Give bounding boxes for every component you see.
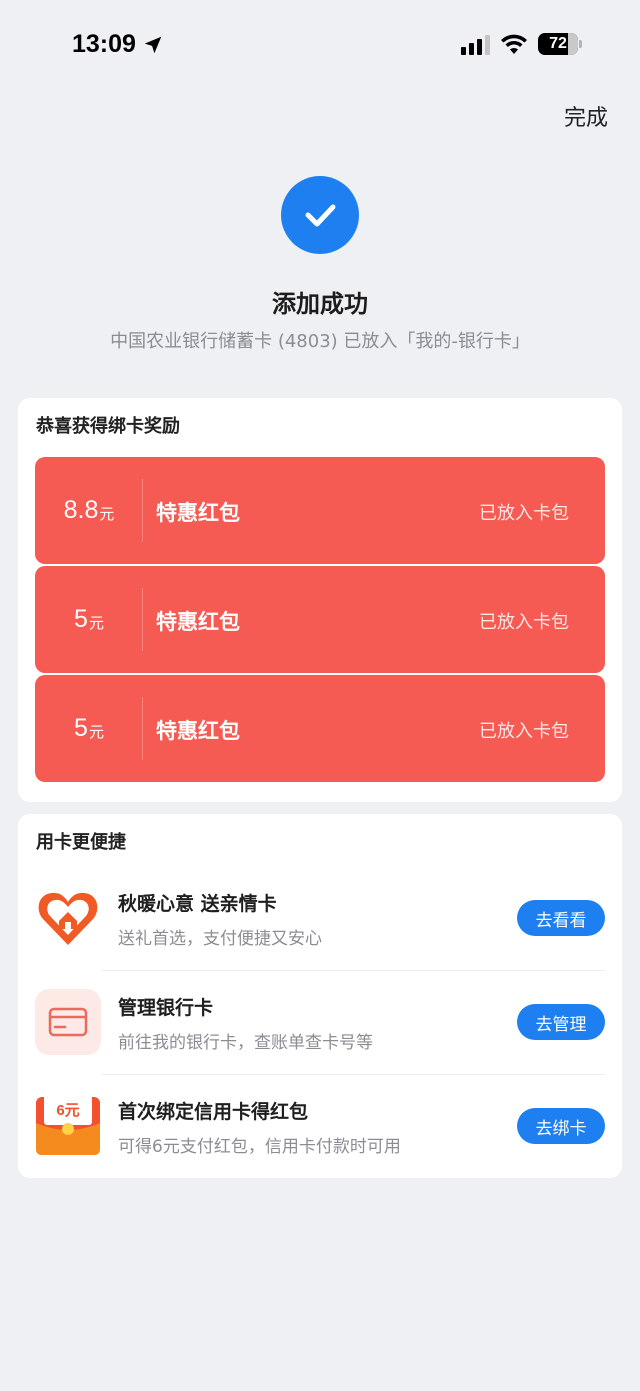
feature-manage-cards[interactable]: 管理银行卡 前往我的银行卡，查账单查卡号等 去管理 (18, 971, 622, 1075)
reward-amount-unit: 元 (88, 615, 104, 632)
success-title: 添加成功 (272, 290, 368, 318)
reward-item[interactable]: 5元 特惠红包 已放入卡包 (35, 675, 605, 782)
bind-card-button[interactable]: 去绑卡 (517, 1108, 605, 1144)
battery-icon: 72 (538, 33, 582, 55)
reward-divider (142, 697, 143, 760)
features-card: 用卡更便捷 秋暖心意 送亲情卡 送礼首选，支付便捷又安心 去看看 管理银行卡 前… (18, 814, 622, 1178)
status-bar: 13:09 72 (0, 0, 640, 94)
feature-title: 管理银行卡 (118, 997, 214, 1019)
status-time: 13:09 (72, 30, 164, 59)
reward-amount-unit: 元 (99, 506, 115, 523)
success-check-icon (281, 176, 359, 254)
reward-amount-value: 8.8 (63, 496, 99, 524)
feature-family-card[interactable]: 秋暖心意 送亲情卡 送礼首选，支付便捷又安心 去看看 (18, 867, 622, 971)
feature-bind-credit-card[interactable]: 6元 首次绑定信用卡得红包 可得6元支付红包，信用卡付款时可用 去绑卡 (18, 1075, 622, 1179)
reward-name: 特惠红包 (156, 610, 240, 634)
reward-amount-unit: 元 (88, 724, 104, 741)
time-text: 13:09 (72, 30, 136, 58)
feature-desc: 前往我的银行卡，查账单查卡号等 (118, 1033, 373, 1053)
reward-status: 已放入卡包 (479, 721, 569, 742)
feature-title: 秋暖心意 送亲情卡 (118, 893, 277, 915)
location-arrow-icon (144, 36, 162, 53)
manage-button[interactable]: 去管理 (517, 1004, 605, 1040)
battery-level: 72 (549, 35, 567, 52)
reward-card: 恭喜获得绑卡奖励 8.8 元 特惠红包 已放入卡包 5元 特惠红包 已放入卡包 5… (18, 398, 622, 802)
reward-divider (142, 588, 143, 651)
reward-amount-value: 5 (74, 714, 88, 742)
features-card-title: 用卡更便捷 (36, 832, 126, 853)
reward-amount-value: 5 (74, 605, 88, 633)
reward-amount: 5元 (35, 675, 143, 782)
reward-item[interactable]: 5元 特惠红包 已放入卡包 (35, 566, 605, 673)
reward-status: 已放入卡包 (479, 612, 569, 633)
bank-card-icon (35, 989, 101, 1055)
wifi-icon (500, 33, 528, 55)
reward-name: 特惠红包 (156, 719, 240, 743)
done-button[interactable]: 完成 (564, 100, 608, 132)
feature-desc: 送礼首选，支付便捷又安心 (118, 929, 322, 949)
reward-card-title: 恭喜获得绑卡奖励 (36, 416, 180, 437)
view-button[interactable]: 去看看 (517, 900, 605, 936)
feature-desc: 可得6元支付红包，信用卡付款时可用 (118, 1137, 401, 1157)
reward-amount: 8.8 元 (35, 457, 143, 564)
feature-title: 首次绑定信用卡得红包 (118, 1101, 309, 1123)
reward-status: 已放入卡包 (479, 503, 569, 524)
envelope-label: 6元 (56, 1102, 79, 1119)
reward-amount: 5元 (35, 566, 143, 673)
success-subtitle: 中国农业银行储蓄卡 (4803) 已放入「我的-银行卡」 (110, 331, 530, 352)
cellular-signal-icon (461, 33, 490, 55)
reward-name: 特惠红包 (156, 501, 240, 525)
red-envelope-icon: 6元 (35, 1093, 101, 1159)
heart-gift-icon (35, 885, 101, 951)
reward-item[interactable]: 8.8 元 特惠红包 已放入卡包 (35, 457, 605, 564)
reward-divider (142, 479, 143, 542)
